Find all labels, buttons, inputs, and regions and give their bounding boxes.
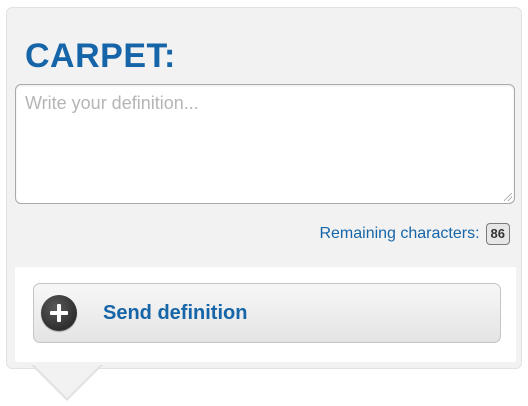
definition-textarea[interactable] (15, 84, 515, 204)
remaining-characters-label: Remaining characters: (319, 225, 480, 242)
send-definition-label: Send definition (103, 301, 248, 324)
word-title: CARPET: (25, 37, 176, 75)
remaining-characters-count: 86 (485, 223, 510, 245)
plus-circle-icon (41, 295, 77, 331)
card-pointer-fill (33, 364, 101, 398)
resize-handle[interactable] (504, 193, 512, 201)
remaining-characters: Remaining characters: 86 (319, 221, 510, 247)
send-definition-button[interactable]: Send definition (33, 283, 501, 343)
